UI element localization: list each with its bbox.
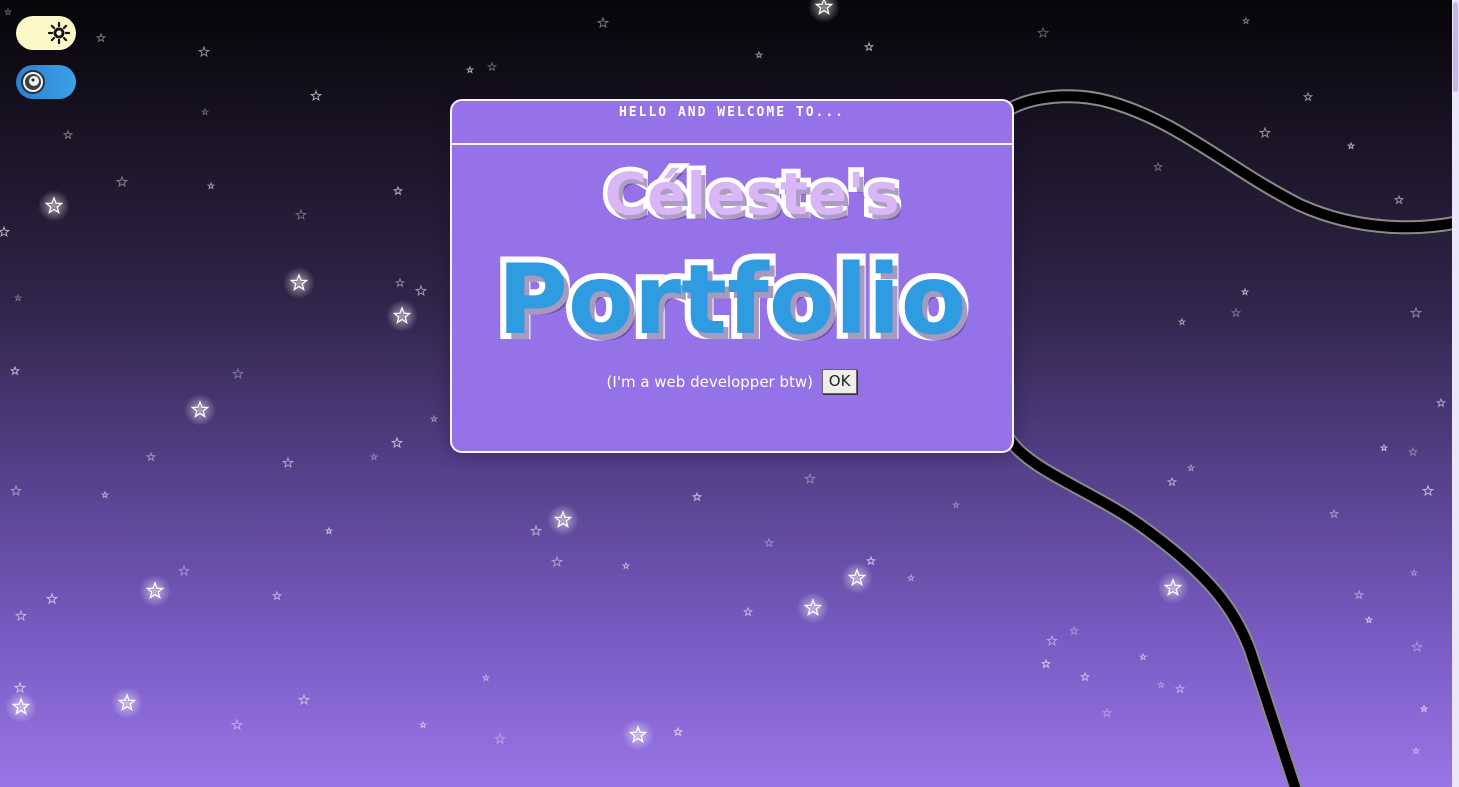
- ok-button[interactable]: OK: [821, 369, 858, 394]
- tagline-text: (I'm a web developper btw): [606, 372, 814, 391]
- dialog-header-text: HELLO AND WELCOME TO...: [618, 105, 845, 120]
- cable-line-lower: [1003, 433, 1302, 787]
- theme-toggle[interactable]: [16, 16, 76, 50]
- dialog-header: HELLO AND WELCOME TO...: [452, 101, 1012, 145]
- welcome-dialog: HELLO AND WELCOME TO... Céleste's Portfo…: [450, 99, 1014, 453]
- title-portfolio: Portfolio: [491, 238, 972, 362]
- sun-icon: [47, 21, 71, 45]
- scrollbar-thumb[interactable]: [1453, 2, 1458, 92]
- sound-toggle[interactable]: [16, 65, 76, 99]
- scrollbar[interactable]: [1452, 0, 1459, 787]
- tagline-row: (I'm a web developper btw) OK: [452, 369, 1012, 394]
- title-name: Céleste's: [600, 156, 904, 233]
- cable-line-upper-core: [1000, 91, 1459, 233]
- cable-line-lower-core: [1005, 435, 1300, 787]
- avatar-icon: [21, 70, 45, 94]
